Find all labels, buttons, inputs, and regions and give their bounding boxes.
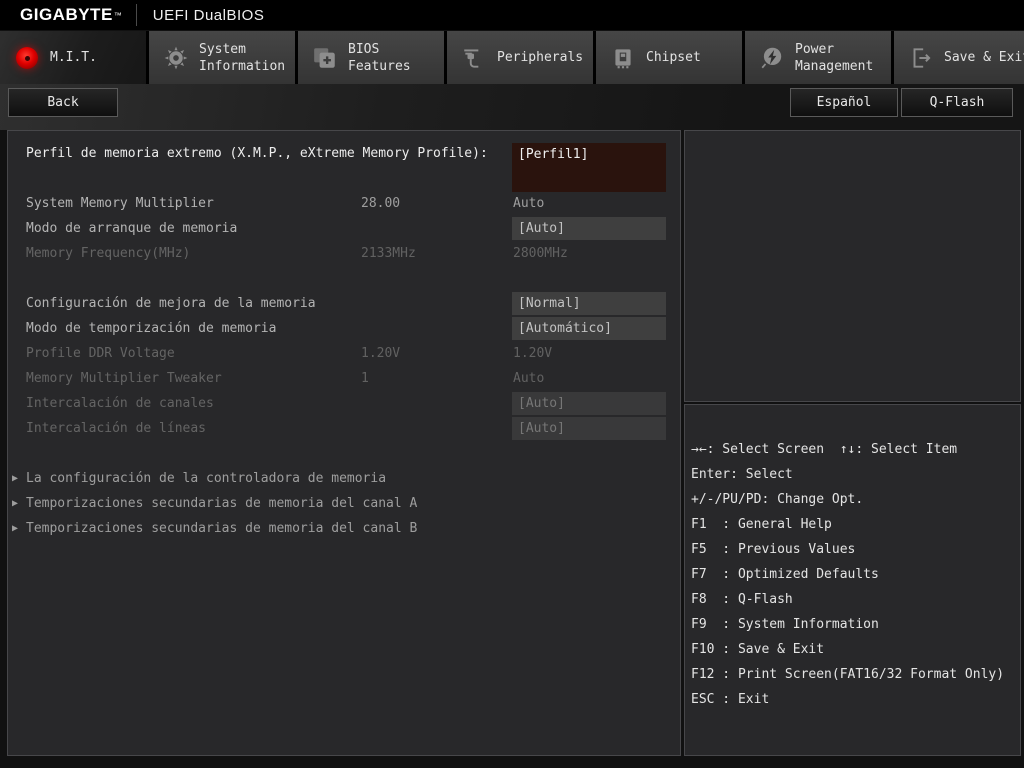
help-line: →←: Select Screen ↑↓: Select Item	[691, 437, 1020, 462]
help-line: ESC : Exit	[691, 687, 1020, 712]
setting-row-memory-frequency: Memory Frequency(MHz) 2133MHz 2800MHz	[8, 241, 680, 266]
row-spacer	[8, 441, 680, 466]
tab-label: System Information	[199, 41, 295, 75]
setting-value: [Auto]	[512, 392, 666, 415]
peripherals-icon	[459, 45, 489, 71]
mit-led-icon	[12, 47, 42, 69]
tab-bar: M.I.T. System Information BIOS Features …	[0, 31, 1024, 84]
setting-row-xmp[interactable]: Perfil de memoria extremo (X.M.P., eXtre…	[8, 141, 680, 191]
power-lightning-icon	[757, 45, 787, 71]
help-line: F5 : Previous Values	[691, 537, 1020, 562]
gigabyte-logo: GIGABYTE	[20, 5, 113, 25]
tab-label: M.I.T.	[50, 49, 146, 66]
setting-label: Profile DDR Voltage	[26, 341, 506, 366]
setting-value[interactable]: [Perfil1]	[512, 143, 666, 192]
tab-system-information[interactable]: System Information	[149, 31, 295, 84]
bios-chip-icon	[310, 45, 340, 71]
gear-icon	[161, 45, 191, 71]
bios-title: UEFI DualBIOS	[153, 7, 265, 24]
help-line: +/-/PU/PD: Change Opt.	[691, 487, 1020, 512]
topbar-divider	[136, 4, 137, 26]
tab-chipset[interactable]: Chipset	[596, 31, 742, 84]
help-line: F9 : System Information	[691, 612, 1020, 637]
setting-value: 2800MHz	[513, 241, 568, 266]
setting-value[interactable]: [Automático]	[512, 317, 666, 340]
setting-current: 1	[361, 366, 369, 391]
setting-label: Memory Multiplier Tweaker	[26, 366, 506, 391]
key-help-panel: →←: Select Screen ↑↓: Select Item Enter:…	[684, 404, 1021, 756]
submenu-label: Temporizaciones secundarias de memoria d…	[26, 516, 417, 541]
language-button[interactable]: Español	[790, 88, 898, 117]
setting-current: 28.00	[361, 191, 400, 216]
settings-panel: Perfil de memoria extremo (X.M.P., eXtre…	[7, 130, 681, 756]
help-line: F1 : General Help	[691, 512, 1020, 537]
submenu-arrow-icon: ▶	[12, 466, 18, 491]
help-line: Enter: Select	[691, 462, 1020, 487]
setting-row-memory-boot-mode[interactable]: Modo de arranque de memoria [Auto]	[8, 216, 680, 241]
tab-label: BIOS Features	[348, 41, 444, 75]
submenu-label: La configuración de la controladora de m…	[26, 466, 386, 491]
setting-current: 1.20V	[361, 341, 400, 366]
tab-save-exit[interactable]: Save & Exit	[894, 31, 1024, 84]
setting-row-memory-enhancement[interactable]: Configuración de mejora de la memoria [N…	[8, 291, 680, 316]
top-bar: GIGABYTE™ UEFI DualBIOS	[0, 0, 1024, 30]
setting-label: Modo de arranque de memoria	[26, 216, 506, 241]
chipset-icon	[608, 45, 638, 71]
setting-current: 2133MHz	[361, 241, 416, 266]
trademark-symbol: ™	[114, 11, 122, 20]
setting-row-rank-interleaving: Intercalación de líneas [Auto]	[8, 416, 680, 441]
back-button[interactable]: Back	[8, 88, 118, 117]
tab-label: Save & Exit	[944, 49, 1024, 66]
tab-label: Peripherals	[497, 49, 593, 66]
submenu-channel-a-timings[interactable]: ▶ Temporizaciones secundarias de memoria…	[8, 491, 680, 516]
setting-value: [Auto]	[512, 417, 666, 440]
setting-value: Auto	[513, 191, 544, 216]
submenu-channel-b-timings[interactable]: ▶ Temporizaciones secundarias de memoria…	[8, 516, 680, 541]
tab-label: Power Management	[795, 41, 891, 75]
submenu-arrow-icon: ▶	[12, 491, 18, 516]
bios-screen: GIGABYTE™ UEFI DualBIOS M.I.T. System In…	[0, 0, 1024, 768]
setting-label: Modo de temporización de memoria	[26, 316, 506, 341]
setting-label: System Memory Multiplier	[26, 191, 506, 216]
tab-label: Chipset	[646, 49, 742, 66]
tab-power-management[interactable]: Power Management	[745, 31, 891, 84]
setting-row-memory-timing-mode[interactable]: Modo de temporización de memoria [Automá…	[8, 316, 680, 341]
setting-label: Memory Frequency(MHz)	[26, 241, 506, 266]
setting-label: Intercalación de canales	[26, 391, 506, 416]
item-help-panel	[684, 130, 1021, 402]
setting-value[interactable]: [Normal]	[512, 292, 666, 315]
setting-label: Intercalación de líneas	[26, 416, 506, 441]
submenu-memory-controller[interactable]: ▶ La configuración de la controladora de…	[8, 466, 680, 491]
qflash-button[interactable]: Q-Flash	[901, 88, 1013, 117]
setting-value[interactable]: [Auto]	[512, 217, 666, 240]
tab-mit[interactable]: M.I.T.	[0, 31, 146, 84]
submenu-arrow-icon: ▶	[12, 516, 18, 541]
help-line: F10 : Save & Exit	[691, 637, 1020, 662]
save-exit-door-icon	[906, 45, 936, 71]
setting-value: Auto	[513, 366, 544, 391]
tab-bios-features[interactable]: BIOS Features	[298, 31, 444, 84]
tab-peripherals[interactable]: Peripherals	[447, 31, 593, 84]
setting-row-profile-ddr-voltage: Profile DDR Voltage 1.20V 1.20V	[8, 341, 680, 366]
help-line: F8 : Q-Flash	[691, 587, 1020, 612]
setting-row-system-memory-multiplier[interactable]: System Memory Multiplier 28.00 Auto	[8, 191, 680, 216]
submenu-label: Temporizaciones secundarias de memoria d…	[26, 491, 417, 516]
setting-label: Perfil de memoria extremo (X.M.P., eXtre…	[26, 141, 506, 166]
setting-value: 1.20V	[513, 341, 552, 366]
row-spacer	[8, 266, 680, 291]
setting-label: Configuración de mejora de la memoria	[26, 291, 506, 316]
setting-row-channel-interleaving: Intercalación de canales [Auto]	[8, 391, 680, 416]
setting-row-memory-multiplier-tweaker: Memory Multiplier Tweaker 1 Auto	[8, 366, 680, 391]
help-line: F12 : Print Screen(FAT16/32 Format Only)	[691, 662, 1020, 687]
help-line: F7 : Optimized Defaults	[691, 562, 1020, 587]
